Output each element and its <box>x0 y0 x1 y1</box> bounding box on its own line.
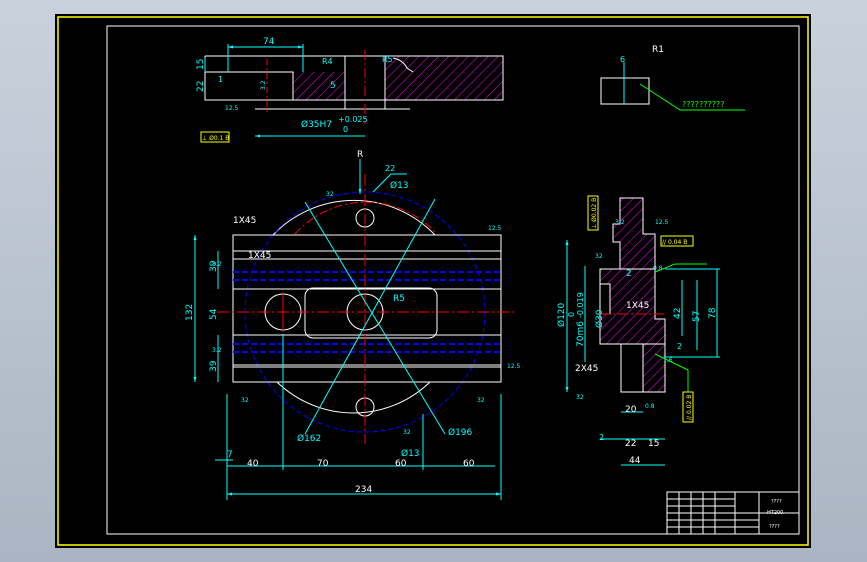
top-dim-22: 22 <box>196 81 206 92</box>
front-dim-r5: R5 <box>393 294 405 304</box>
title-block-material: HT200 <box>767 510 783 516</box>
section-dim-42: 42 <box>673 308 683 319</box>
top-tol-lower: 0 <box>343 125 348 134</box>
section-dim-2: 2 <box>626 269 632 279</box>
front-rough-h: 3.2 <box>212 347 222 354</box>
top-rough-1: 12.5 <box>225 105 239 112</box>
top-dim-r4: R4 <box>322 57 333 66</box>
section-dim-20: 20 <box>625 405 637 415</box>
detail-view: 6 R1 ?????????? <box>600 45 745 111</box>
top-dim-r5: R5 <box>382 55 393 64</box>
detail-r1: R1 <box>652 45 664 55</box>
front-block <box>232 234 502 383</box>
front-dim-1x45-a: 1X45 <box>233 216 256 226</box>
top-dim-74: 74 <box>263 37 275 47</box>
title-block-name: ???? <box>771 499 782 505</box>
front-dim-d162: Ø162 <box>297 433 321 444</box>
section-rough-2: 12.5 <box>655 219 669 226</box>
front-rough-g: 3.2 <box>212 261 222 268</box>
top-tol-frame-text: ⊥ Ø0.1 B <box>202 135 229 142</box>
section-dim-70m6: 70m6 <box>576 321 586 347</box>
section-tol-frame-3-text: // 0.02 B <box>686 395 693 420</box>
front-rough-d: 32 <box>477 397 485 404</box>
front-rough-b: 12.5 <box>488 225 502 232</box>
top-dim-bore: Ø35H7 <box>301 119 332 130</box>
section-bottom-hatch <box>642 343 666 393</box>
top-hatch-left <box>293 72 345 100</box>
front-dim-70: 70 <box>317 459 329 469</box>
section-dim-44: 44 <box>629 456 641 466</box>
section-dim-57: 57 <box>692 311 702 322</box>
section-dim-78: 78 <box>708 307 718 319</box>
front-rough-e: 32 <box>403 429 411 436</box>
section-hatch-top <box>612 197 656 270</box>
section-tol-lower: -0.019 <box>576 292 585 318</box>
section-dim-2-right: 2 <box>677 342 682 351</box>
section-rough-6: 32 <box>576 394 584 401</box>
section-dim-d30: Ø30 <box>594 309 605 328</box>
section-dim-1x45: 1X45 <box>626 301 649 311</box>
front-dim-132: 132 <box>185 304 195 321</box>
front-leader-1 <box>304 201 446 435</box>
front-dim-54: 54 <box>209 308 219 320</box>
section-leader-2 <box>654 263 707 273</box>
front-dim-40: 40 <box>247 459 259 469</box>
detail-note: ?????????? <box>682 100 724 109</box>
front-rough-f: 12.5 <box>507 363 521 370</box>
section-dim-2-small: 2 <box>599 433 604 442</box>
front-dim-d13-bottom: Ø13 <box>401 448 420 459</box>
front-rough-c: 32 <box>241 397 249 404</box>
section-tol-frame-2-text: // 0.04 B <box>662 239 687 246</box>
front-arc-top <box>272 199 436 236</box>
section-dim-2x45: 2X45 <box>575 364 598 374</box>
top-dim-1: 1 <box>218 75 223 84</box>
section-rough-3: 32 <box>595 253 603 260</box>
cad-viewport[interactable]: 74 15 22 1 R4 5 R5 Ø35H7 +0.025 0 12.5 3… <box>55 14 811 548</box>
title-block: ???? HT200 ???? <box>666 491 800 535</box>
section-tol-frame-1-text: ⊥ Ø0.02 B <box>591 198 598 229</box>
section-dim-22: 22 <box>625 439 636 449</box>
section-dim-d120: Ø120 <box>556 302 567 327</box>
section-rough-7: 0.8 <box>645 403 655 410</box>
top-dim-15: 15 <box>196 59 206 70</box>
front-slot-top <box>232 258 502 290</box>
front-view: R 22 Ø13 1X45 1X45 R5 Ø162 Ø13 Ø196 132 … <box>185 150 521 500</box>
front-label-r: R <box>357 150 363 160</box>
top-rough-2: 3.2 <box>260 80 267 90</box>
section-bottom-block <box>620 343 644 393</box>
section-view: Ø120 70m6 0 -0.019 Ø30 1X45 2X45 2 42 57… <box>556 195 720 466</box>
section-rough-4: 0.8 <box>653 265 663 272</box>
front-arc-bottom <box>276 381 431 414</box>
detail-dim-6: 6 <box>620 55 625 64</box>
section-tol-upper: 0 <box>567 312 576 317</box>
section-rough-1: 3.2 <box>615 219 625 226</box>
detail-rect <box>600 77 650 105</box>
front-dim-60-a: 60 <box>395 459 407 469</box>
front-dim-234: 234 <box>355 485 372 495</box>
front-dim-60-b: 60 <box>463 459 475 469</box>
top-view: 74 15 22 1 R4 5 R5 Ø35H7 +0.025 0 12.5 3… <box>196 37 504 143</box>
front-dim-1x45-b: 1X45 <box>248 251 271 261</box>
top-tol-upper: +0.025 <box>338 115 368 124</box>
top-dim-5: 5 <box>330 81 336 91</box>
section-dim-15: 15 <box>648 439 659 449</box>
front-dim-d13-top: Ø13 <box>390 180 409 191</box>
front-dim-7: 7 <box>227 450 233 460</box>
cad-drawing: 74 15 22 1 R4 5 R5 Ø35H7 +0.025 0 12.5 3… <box>57 16 809 546</box>
title-block-drawing-no: ???? <box>769 524 780 530</box>
front-slot-bottom <box>232 334 502 366</box>
section-rough-5: 1.6 <box>663 357 673 364</box>
front-dim-22: 22 <box>385 164 395 173</box>
front-dim-39-bottom: 39 <box>209 360 219 372</box>
front-rough-a: 32 <box>326 191 334 198</box>
front-dim-d196: Ø196 <box>448 427 473 438</box>
